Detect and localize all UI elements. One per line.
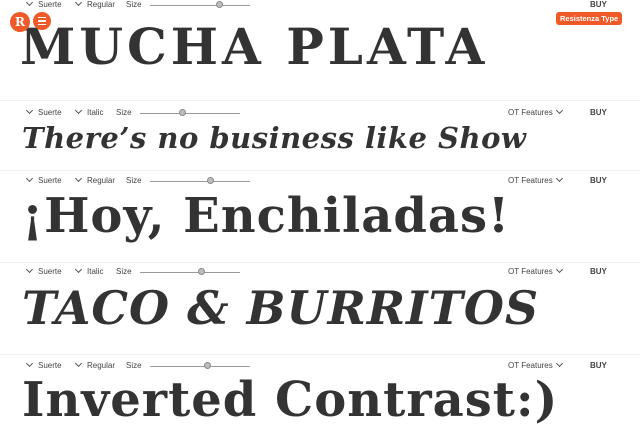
buy-button-3[interactable]: BUY xyxy=(590,176,607,186)
size-label-5: Size xyxy=(126,361,142,370)
buy-button-2[interactable]: BUY xyxy=(590,108,607,118)
specimen-text-4[interactable]: TACO & BURRITOS xyxy=(22,285,539,331)
toolbar-2: Suerte Italic Size OT Features BUY xyxy=(0,105,640,121)
hamburger-icon xyxy=(38,16,46,19)
chevron-down-icon xyxy=(25,174,34,183)
chevron-down-icon xyxy=(74,106,83,115)
size-slider-3[interactable] xyxy=(150,181,250,182)
ot-features-select-2[interactable]: OT Features xyxy=(508,106,563,118)
style-select-3[interactable]: Regular xyxy=(74,174,115,186)
style-select-1[interactable]: Regular xyxy=(74,0,115,10)
size-slider-1[interactable] xyxy=(150,5,250,6)
ot-features-select-4[interactable]: OT Features xyxy=(508,265,563,277)
size-label-2: Size xyxy=(116,108,132,117)
brand-logo[interactable]: R xyxy=(10,12,30,32)
chevron-down-icon xyxy=(74,265,83,274)
chevron-down-icon xyxy=(25,106,34,115)
chevron-down-icon xyxy=(555,265,563,274)
size-slider-thumb-3[interactable] xyxy=(207,177,214,184)
size-label-1: Size xyxy=(126,0,142,9)
size-slider-thumb-1[interactable] xyxy=(216,1,223,8)
divider xyxy=(0,262,640,263)
buy-button-5[interactable]: BUY xyxy=(590,361,607,371)
style-select-4[interactable]: Italic xyxy=(74,265,103,277)
chevron-down-icon xyxy=(25,265,34,274)
specimen-text-1[interactable]: MUCHA PLATA xyxy=(20,22,488,72)
chevron-down-icon xyxy=(25,0,34,7)
divider xyxy=(0,170,640,171)
divider xyxy=(0,354,640,355)
chevron-down-icon xyxy=(74,359,83,368)
size-slider-thumb-2[interactable] xyxy=(179,109,186,116)
menu-button[interactable] xyxy=(33,12,51,30)
chevron-down-icon xyxy=(25,359,34,368)
chevron-down-icon xyxy=(74,0,83,7)
family-select-3[interactable]: Suerte xyxy=(25,174,62,186)
ot-features-select-3[interactable]: OT Features xyxy=(508,174,563,186)
toolbar-4: Suerte Italic Size OT Features BUY xyxy=(0,264,640,280)
size-slider-2[interactable] xyxy=(140,113,240,114)
size-label-4: Size xyxy=(116,267,132,276)
chevron-down-icon xyxy=(555,359,563,368)
brand-badge[interactable]: Resistenza Type xyxy=(556,12,623,25)
size-slider-4[interactable] xyxy=(140,272,240,273)
specimen-text-3[interactable]: ¡Hoy, Enchiladas! xyxy=(22,192,510,240)
family-select-5[interactable]: Suerte xyxy=(25,359,62,371)
family-select-2[interactable]: Suerte xyxy=(25,106,62,118)
chevron-down-icon xyxy=(555,174,563,183)
family-select-1[interactable]: Suerte xyxy=(25,0,62,10)
chevron-down-icon xyxy=(555,106,563,115)
toolbar-1: Suerte Regular Size BUY xyxy=(0,0,640,13)
size-slider-5[interactable] xyxy=(150,366,250,367)
buy-button-4[interactable]: BUY xyxy=(590,267,607,277)
specimen-text-5[interactable]: Inverted Contrast:) xyxy=(22,376,558,424)
family-select-4[interactable]: Suerte xyxy=(25,265,62,277)
specimen-text-2[interactable]: There’s no business like Show xyxy=(22,124,526,153)
divider xyxy=(0,100,640,101)
buy-button-1[interactable]: BUY xyxy=(590,0,607,10)
ot-features-select-5[interactable]: OT Features xyxy=(508,359,563,371)
toolbar-3: Suerte Regular Size OT Features BUY xyxy=(0,173,640,189)
chevron-down-icon xyxy=(74,174,83,183)
size-slider-thumb-4[interactable] xyxy=(198,268,205,275)
size-slider-thumb-5[interactable] xyxy=(204,362,211,369)
style-select-2[interactable]: Italic xyxy=(74,106,103,118)
style-select-5[interactable]: Regular xyxy=(74,359,115,371)
size-label-3: Size xyxy=(126,176,142,185)
